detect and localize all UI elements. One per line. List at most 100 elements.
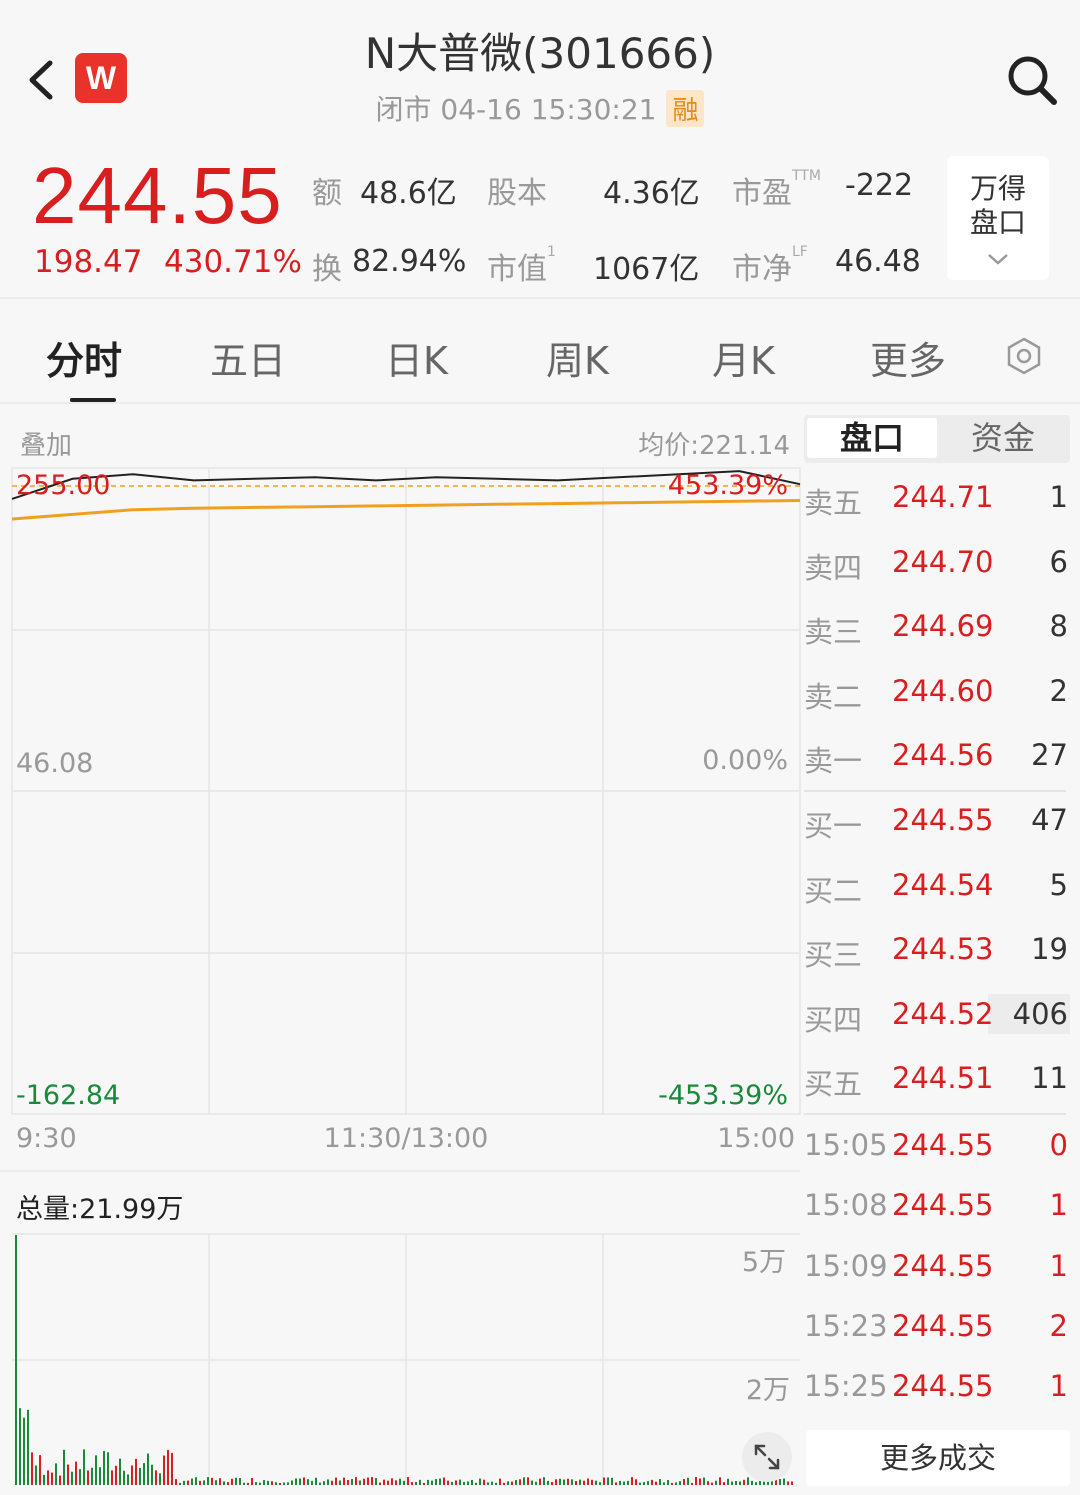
tick-row-vol: 2: [1049, 1308, 1068, 1343]
volume-bar: [659, 1479, 661, 1485]
volume-bar: [283, 1482, 285, 1485]
volume-bar: [111, 1470, 113, 1485]
volume-bar: [203, 1480, 205, 1485]
ask-row-pr: 244.56: [892, 738, 994, 772]
volume-bar: [375, 1478, 377, 1485]
ask-row: 卖五 244.71 1: [804, 480, 1070, 520]
volume-bar: [27, 1409, 29, 1485]
volume-bar: [151, 1464, 153, 1485]
tab-daily-k[interactable]: 日K: [385, 330, 448, 385]
wind-btn-line2: 盘口: [969, 206, 1026, 239]
volume-bar: [227, 1482, 229, 1485]
volume-bar: [483, 1479, 485, 1485]
share-cap-value: 4.36亿: [603, 176, 700, 211]
settings-button[interactable]: [1004, 336, 1044, 376]
mkt-cap-sup: 1: [547, 244, 556, 260]
volume-bar: [755, 1482, 757, 1485]
tab-more[interactable]: 更多: [870, 330, 946, 385]
volume-bar: [723, 1482, 725, 1485]
overlay-button[interactable]: 叠加: [20, 425, 72, 462]
volume-bar: [519, 1479, 521, 1485]
volume-bar: [63, 1449, 65, 1485]
volume-bar: [191, 1478, 193, 1485]
volume-bar: [559, 1478, 561, 1485]
volume-bar: [475, 1482, 477, 1485]
tab-fund-flow[interactable]: 资金: [938, 415, 1068, 461]
volume-bar: [223, 1481, 225, 1485]
tab-intraday[interactable]: 分时: [46, 330, 122, 385]
search-button[interactable]: [1004, 52, 1060, 108]
volume-bar: [319, 1482, 321, 1485]
orderbook-tabs: 盘口 资金: [804, 415, 1070, 463]
chart-grid: [11, 467, 801, 1115]
market-status: 闭市 04-16 15:30:21 融: [240, 88, 840, 128]
volume-bar: [635, 1479, 637, 1485]
volume-bar: [467, 1481, 469, 1485]
fullscreen-button[interactable]: [742, 1432, 792, 1482]
volume-bar: [563, 1479, 565, 1485]
y-mid-pct-label: 0.00%: [702, 745, 788, 776]
volume-bar: [711, 1482, 713, 1485]
volume-bar: [491, 1481, 493, 1485]
volume-bar: [459, 1479, 461, 1485]
volume-bar: [35, 1465, 37, 1485]
intraday-chart[interactable]: [0, 460, 805, 1160]
volume-bar: [671, 1482, 673, 1485]
tick-row-pr: 244.55: [892, 1308, 994, 1343]
volume-bar: [99, 1467, 101, 1485]
pe-sup: TTM: [792, 168, 821, 184]
volume-bar: [155, 1470, 157, 1485]
y-min-pct-label: -453.39%: [658, 1080, 788, 1111]
volume-bar: [431, 1480, 433, 1485]
volume-bar: [351, 1478, 353, 1485]
bid-row-lbl: 买三: [804, 938, 863, 972]
x-label-end: 15:00: [717, 1123, 795, 1154]
ask-row-pr: 244.60: [892, 673, 994, 708]
ask-row-pr: 244.71: [892, 480, 994, 514]
gear-icon: [1007, 337, 1041, 375]
volume-bar: [707, 1481, 709, 1485]
volume-bar: [663, 1482, 665, 1485]
volume-bar: [587, 1478, 589, 1485]
tick-row-vol: 0: [1049, 1128, 1068, 1162]
tab-monthly-k[interactable]: 月K: [712, 330, 775, 385]
volume-bar: [219, 1478, 221, 1485]
volume-bar: [123, 1470, 125, 1485]
tab-weekly-k[interactable]: 周K: [546, 330, 609, 385]
volume-bar: [339, 1480, 341, 1485]
tick-row-vol: 1: [1049, 1369, 1068, 1404]
volume-bar: [355, 1477, 357, 1485]
volume-bar: [619, 1480, 621, 1485]
tick-row: 15:05 244.55 0: [804, 1128, 1070, 1168]
tick-row-tm: 15:05: [804, 1128, 888, 1162]
volume-bar: [183, 1480, 185, 1485]
volume-bar: [623, 1481, 625, 1485]
turnover-label: 换: [312, 252, 342, 287]
volume-bar: [163, 1455, 165, 1485]
volume-bar: [499, 1478, 501, 1485]
wind-orderbook-button[interactable]: 万得 盘口: [947, 156, 1049, 280]
bid-row: 买二 244.54 5: [804, 868, 1070, 908]
volume-bar: [479, 1478, 481, 1485]
bid-row-pr: 244.55: [892, 803, 994, 837]
volume-bar: [539, 1478, 541, 1485]
volume-bar: [415, 1481, 417, 1485]
x-label-mid: 11:30/13:00: [323, 1123, 489, 1154]
tab-five-day[interactable]: 五日: [210, 330, 286, 385]
volume-bar: [607, 1477, 609, 1485]
volume-bar: [387, 1480, 389, 1485]
volume-bar: [207, 1477, 209, 1485]
tick-row-tm: 15:25: [804, 1369, 888, 1404]
volume-bar: [135, 1458, 137, 1485]
back-button[interactable]: [22, 55, 62, 105]
volume-bar: [307, 1479, 309, 1485]
volume-bar: [91, 1467, 93, 1485]
tab-orderbook[interactable]: 盘口: [807, 418, 937, 458]
wind-logo[interactable]: W: [75, 53, 127, 103]
volume-bar: [719, 1477, 721, 1485]
volume-bar: [599, 1482, 601, 1485]
more-trades-button[interactable]: 更多成交: [806, 1430, 1070, 1486]
bid-row: 买一 244.55 47: [804, 803, 1070, 843]
volume-bar: [695, 1477, 697, 1485]
volume-bar: [255, 1482, 257, 1485]
